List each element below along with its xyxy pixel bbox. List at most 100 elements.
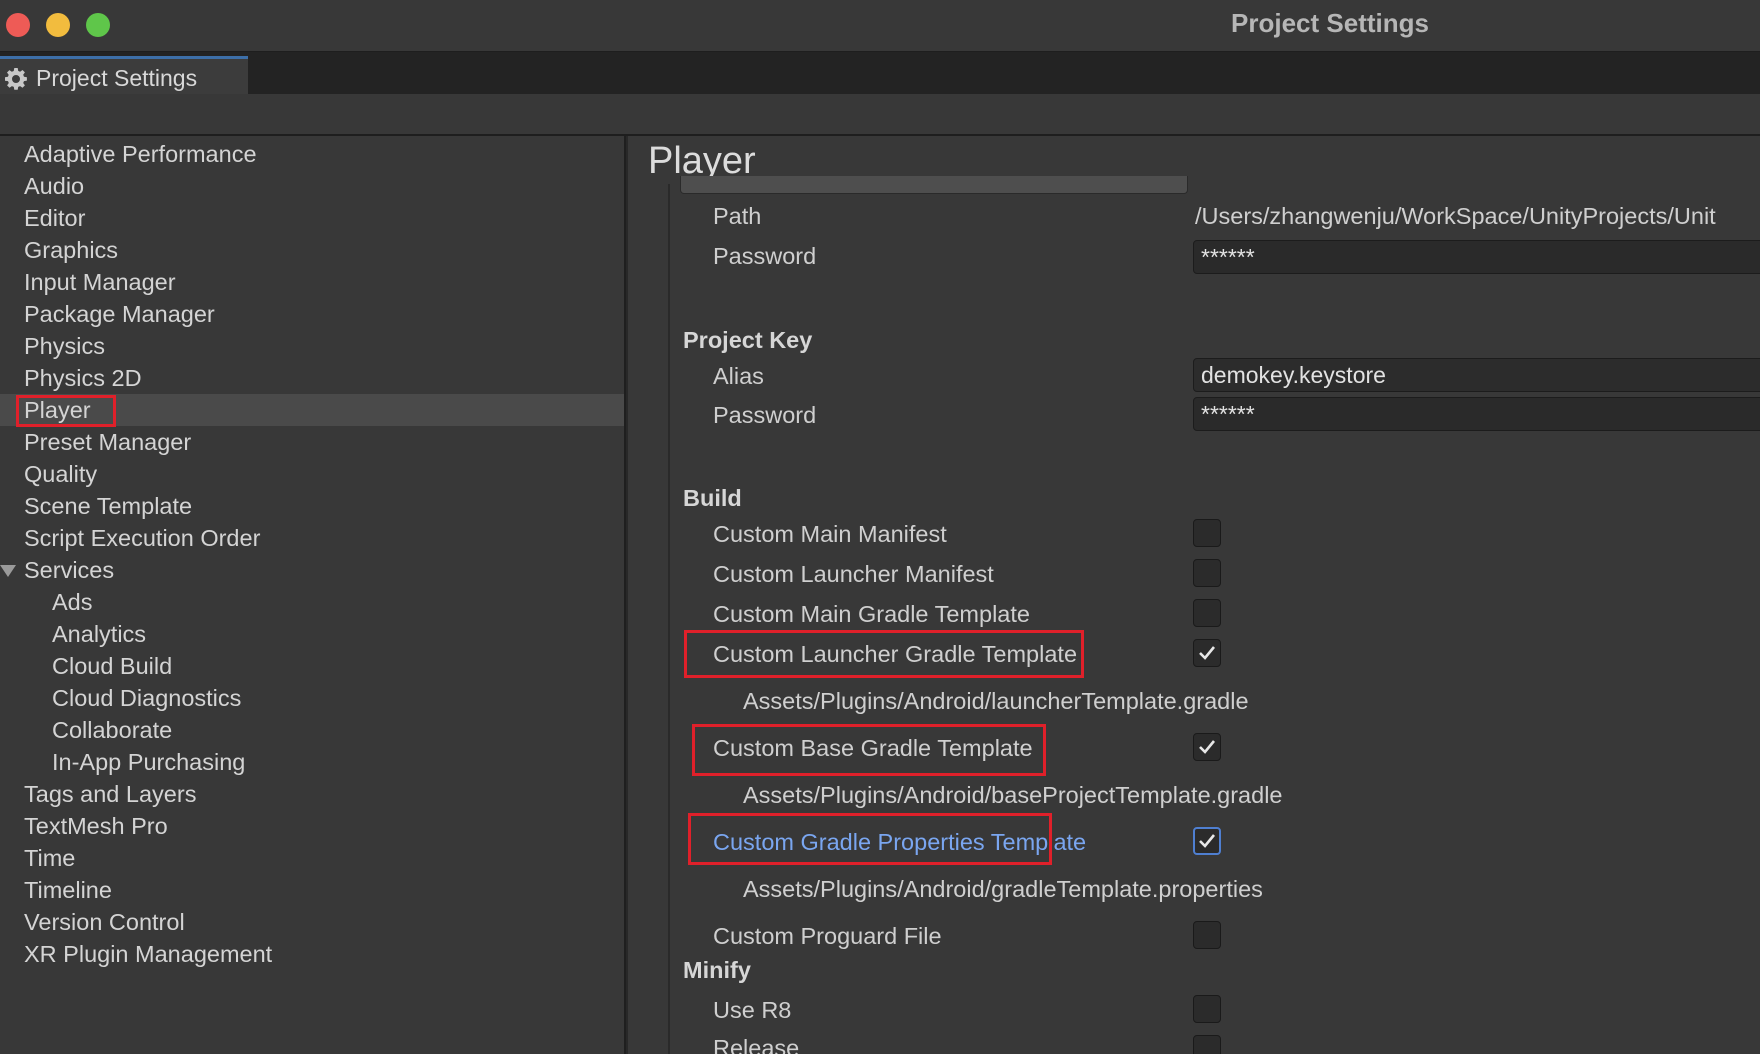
indent-guide [668, 184, 670, 1054]
sidebar-item-label: Physics 2D [24, 365, 142, 391]
gradle-properties-template-path: Assets/Plugins/Android/gradleTemplate.pr… [743, 876, 1263, 902]
minimize-window-button[interactable] [46, 13, 70, 37]
custom-main-manifest-checkbox[interactable] [1193, 519, 1221, 547]
sidebar-item-time[interactable]: Time [0, 842, 624, 874]
keystore-path-value: /Users/zhangwenju/WorkSpace/UnityProject… [1195, 203, 1716, 229]
sidebar-item-editor[interactable]: Editor [0, 202, 624, 234]
sidebar-item-label: Audio [24, 173, 85, 199]
custom-base-gradle-template-checkbox[interactable] [1193, 733, 1221, 761]
sidebar-item-label: Editor [24, 205, 86, 231]
custom-main-gradle-template-label: Custom Main Gradle Template [713, 601, 1030, 627]
sidebar-item-input-manager[interactable]: Input Manager [0, 266, 624, 298]
sidebar-item-label: Collaborate [52, 717, 173, 743]
sidebar-item-label: Cloud Diagnostics [52, 685, 242, 711]
toolbar [0, 94, 1760, 136]
sidebar-item-label: Script Execution Order [24, 525, 261, 551]
sidebar-item-physics[interactable]: Physics [0, 330, 624, 362]
highlight-box-player [16, 395, 116, 427]
gear-icon [5, 68, 27, 90]
sidebar-item-in-app-purchasing[interactable]: In-App Purchasing [0, 746, 624, 778]
highlight-box-launcher-gradle [684, 630, 1084, 678]
highlight-box-gradle-properties [688, 813, 1052, 865]
sidebar-item-preset-manager[interactable]: Preset Manager [0, 426, 624, 458]
select-keystore-button[interactable] [680, 176, 1188, 194]
sidebar-item-timeline[interactable]: Timeline [0, 874, 624, 906]
sidebar-item-label: Input Manager [24, 269, 176, 295]
key-password-label: Password [713, 402, 817, 428]
release-checkbox[interactable] [1193, 1035, 1221, 1054]
custom-proguard-file-label: Custom Proguard File [713, 923, 942, 949]
alias-field[interactable]: demokey.keystore [1193, 358, 1760, 392]
sidebar-item-label: In-App Purchasing [52, 749, 246, 775]
settings-sidebar: Adaptive Performance Audio Editor Graphi… [0, 136, 626, 1054]
sidebar-item-label: Preset Manager [24, 429, 192, 455]
sidebar-item-label: Quality [24, 461, 98, 487]
keystore-path-label: Path [713, 203, 762, 229]
sidebar-item-analytics[interactable]: Analytics [0, 618, 624, 650]
sidebar-item-label: Package Manager [24, 301, 215, 327]
sidebar-item-version-control[interactable]: Version Control [0, 906, 624, 938]
custom-launcher-manifest-label: Custom Launcher Manifest [713, 561, 994, 587]
sidebar-item-label: Services [24, 557, 115, 583]
sidebar-item-services[interactable]: Services [0, 554, 624, 586]
checkmark-icon [1199, 646, 1216, 660]
project-key-header: Project Key [683, 327, 813, 353]
sidebar-item-ads[interactable]: Ads [0, 586, 624, 618]
custom-launcher-gradle-template-checkbox[interactable] [1193, 639, 1221, 667]
window-title: Project Settings [1231, 8, 1429, 38]
build-header: Build [683, 485, 742, 511]
window-titlebar: Project Settings [0, 0, 1760, 52]
custom-main-manifest-label: Custom Main Manifest [713, 521, 947, 547]
sidebar-item-scene-template[interactable]: Scene Template [0, 490, 624, 522]
custom-proguard-file-checkbox[interactable] [1193, 921, 1221, 949]
highlight-box-base-gradle [692, 724, 1046, 776]
key-password-field[interactable]: ****** [1193, 397, 1760, 431]
custom-launcher-manifest-checkbox[interactable] [1193, 559, 1221, 587]
sidebar-item-label: Physics [24, 333, 105, 359]
use-r8-checkbox[interactable] [1193, 995, 1221, 1023]
checkmark-icon [1199, 834, 1216, 848]
custom-gradle-properties-template-checkbox[interactable] [1193, 827, 1221, 855]
checkmark-icon [1199, 740, 1216, 754]
sidebar-item-label: Analytics [52, 621, 147, 647]
sidebar-item-graphics[interactable]: Graphics [0, 234, 624, 266]
sidebar-item-label: Version Control [24, 909, 185, 935]
close-window-button[interactable] [6, 13, 30, 37]
sidebar-item-textmesh-pro[interactable]: TextMesh Pro [0, 810, 624, 842]
sidebar-item-adaptive-performance[interactable]: Adaptive Performance [0, 138, 624, 170]
keystore-password-label: Password [713, 243, 817, 269]
player-settings-panel: Player Path /Users/zhangwenju/WorkSpace/… [628, 136, 1760, 1054]
sidebar-item-label: Graphics [24, 237, 119, 263]
sidebar-item-script-execution-order[interactable]: Script Execution Order [0, 522, 624, 554]
sidebar-item-label: Cloud Build [52, 653, 173, 679]
sidebar-item-audio[interactable]: Audio [0, 170, 624, 202]
alias-label: Alias [713, 363, 764, 389]
sidebar-item-tags-and-layers[interactable]: Tags and Layers [0, 778, 624, 810]
sidebar-item-label: Scene Template [24, 493, 193, 519]
sidebar-item-label: Tags and Layers [24, 781, 197, 807]
tab-strip: Project Settings [0, 52, 1760, 94]
sidebar-item-cloud-build[interactable]: Cloud Build [0, 650, 624, 682]
sidebar-item-xr-plugin-management[interactable]: XR Plugin Management [0, 938, 624, 970]
sidebar-item-label: TextMesh Pro [24, 813, 168, 839]
use-r8-label: Use R8 [713, 997, 792, 1023]
release-label: Release [713, 1035, 800, 1054]
tab-label: Project Settings [36, 65, 198, 91]
sidebar-item-package-manager[interactable]: Package Manager [0, 298, 624, 330]
zoom-window-button[interactable] [86, 13, 110, 37]
sidebar-item-label: Adaptive Performance [24, 141, 257, 167]
custom-main-gradle-template-checkbox[interactable] [1193, 599, 1221, 627]
sidebar-item-collaborate[interactable]: Collaborate [0, 714, 624, 746]
sidebar-item-label: Time [24, 845, 76, 871]
sidebar-item-quality[interactable]: Quality [0, 458, 624, 490]
sidebar-item-cloud-diagnostics[interactable]: Cloud Diagnostics [0, 682, 624, 714]
sidebar-item-label: Timeline [24, 877, 112, 903]
minify-header: Minify [683, 957, 751, 983]
sidebar-item-physics-2d[interactable]: Physics 2D [0, 362, 624, 394]
sidebar-item-label: XR Plugin Management [24, 941, 273, 967]
keystore-password-field[interactable]: ****** [1193, 240, 1760, 274]
sidebar-item-label: Ads [52, 589, 93, 615]
expand-triangle-icon[interactable] [0, 565, 16, 577]
launcher-gradle-template-path: Assets/Plugins/Android/launcherTemplate.… [743, 688, 1249, 714]
tab-project-settings[interactable]: Project Settings [0, 56, 248, 94]
